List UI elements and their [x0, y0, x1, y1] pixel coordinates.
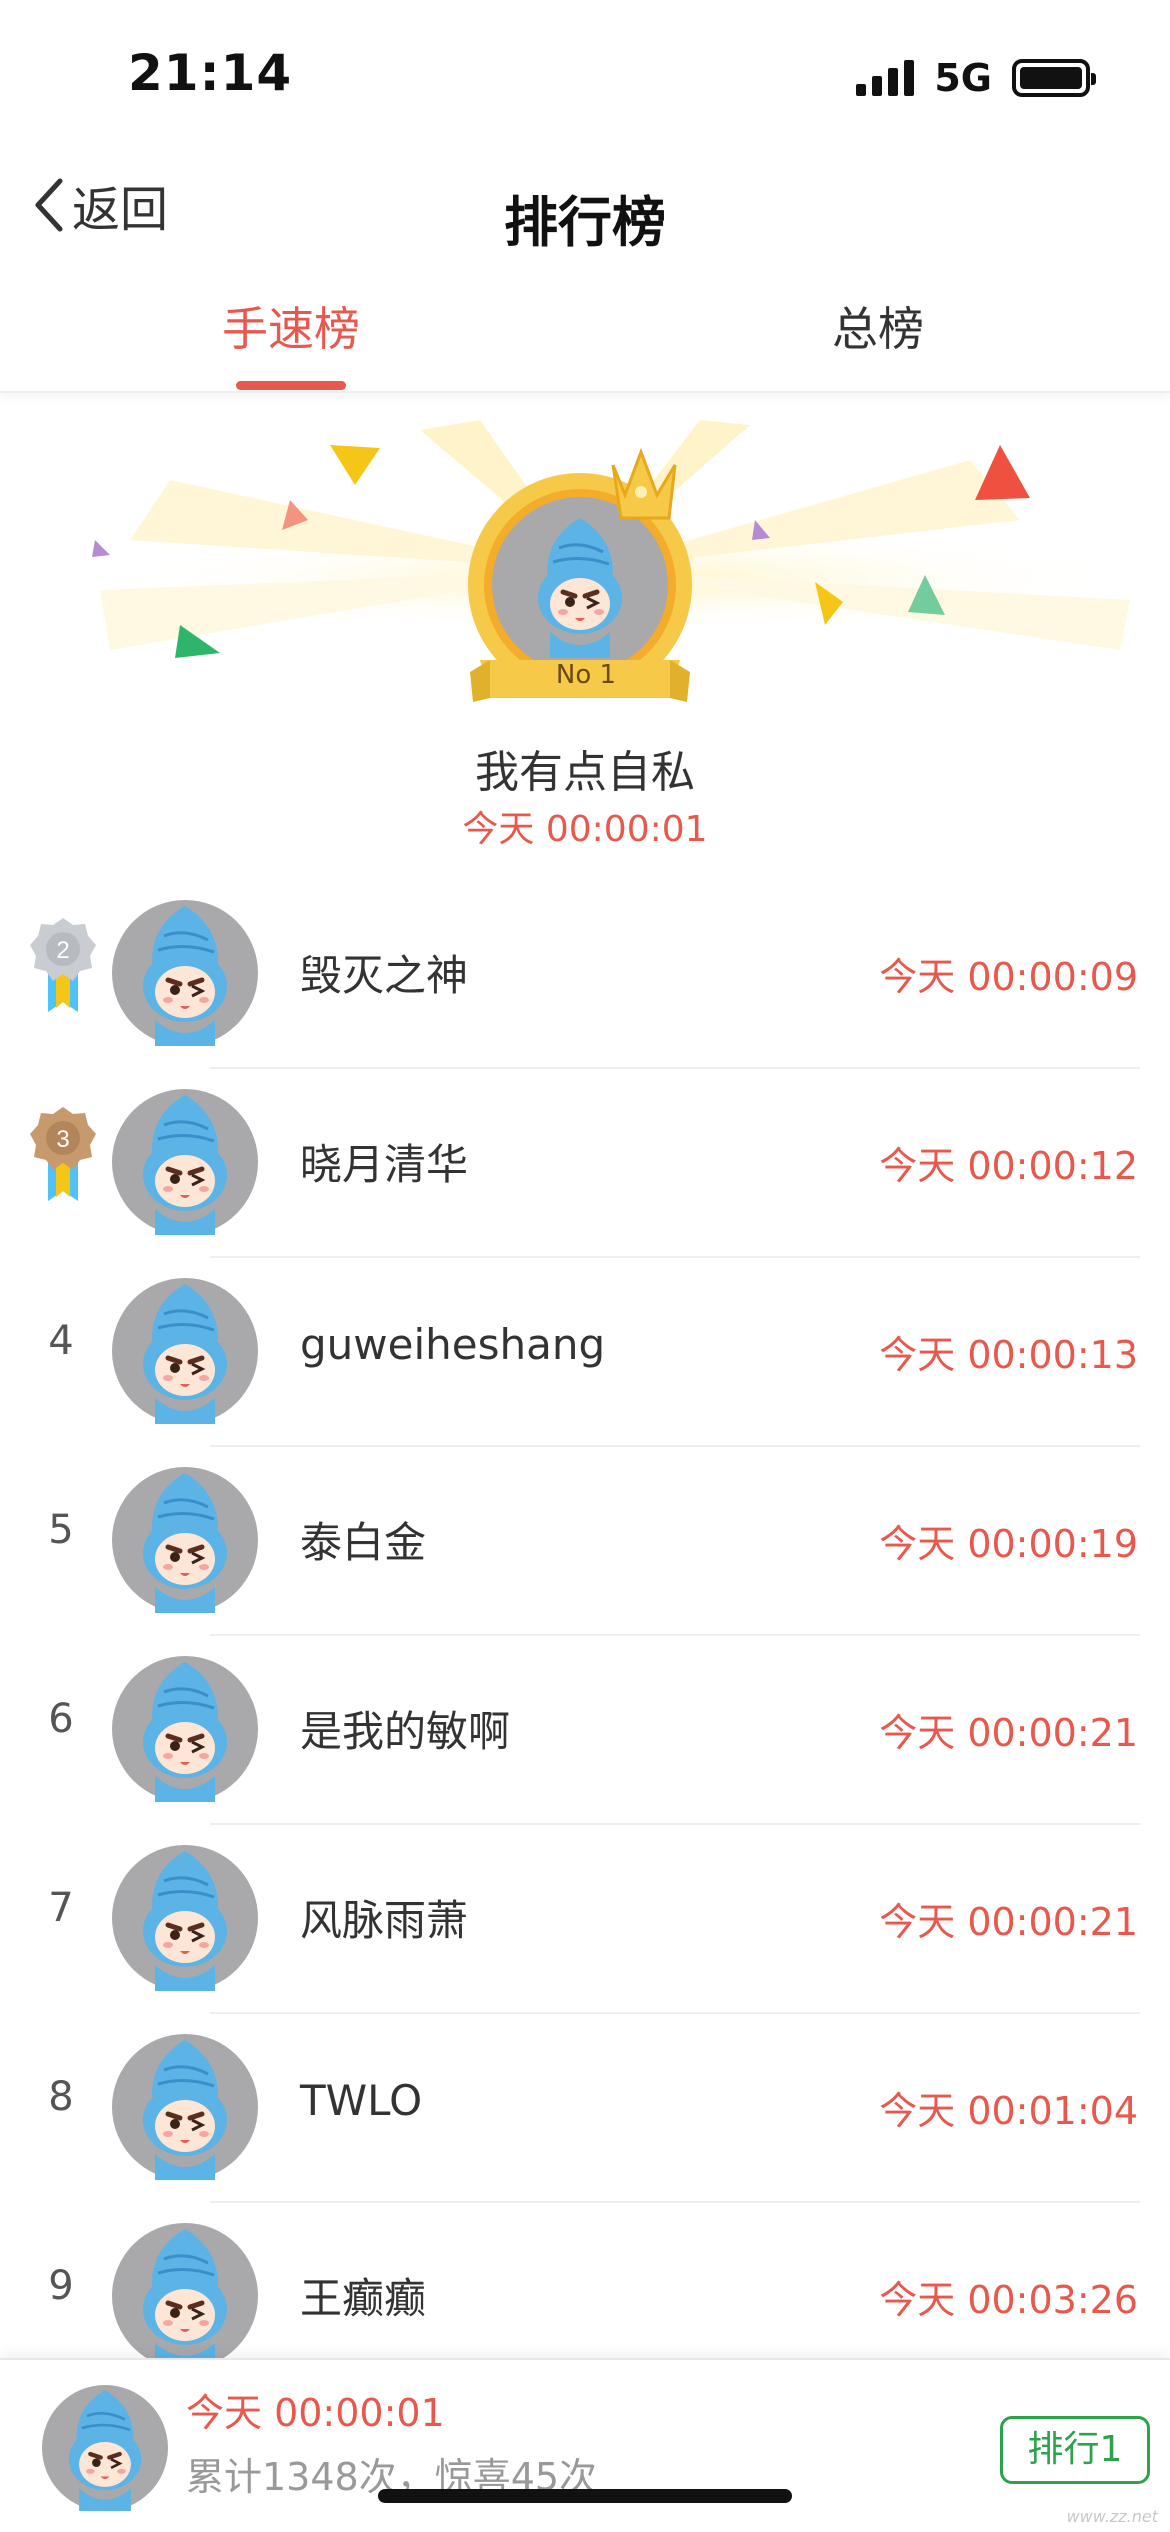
user-avatar[interactable]: [112, 1656, 258, 1802]
username: 王癫癫: [300, 2274, 427, 2323]
record-time: 今天 00:00:21: [879, 1900, 1138, 1944]
my-best-time: 今天 00:00:01: [186, 2391, 445, 2435]
username: 泰白金: [300, 1518, 427, 1567]
watermark: www.zz.net: [1066, 2507, 1158, 2526]
username: 毁灭之神: [300, 951, 469, 1000]
first-place-name: 我有点自私: [475, 747, 695, 798]
home-indicator: [378, 2489, 792, 2503]
user-avatar[interactable]: [112, 2034, 258, 2180]
record-time: 今天 00:00:09: [879, 955, 1138, 999]
rank-number: 7: [48, 1885, 74, 1931]
rank-number: 4: [48, 1318, 74, 1364]
username: 风脉雨萧: [300, 1896, 469, 1945]
record-time: 今天 00:03:26: [879, 2278, 1138, 2322]
nav-bar: 返回 排行榜: [0, 150, 1170, 265]
status-bar: 21:14 5G: [0, 0, 1170, 150]
record-time: 今天 00:00:13: [879, 1333, 1138, 1377]
record-time: 今天 00:00:21: [879, 1711, 1138, 1755]
battery-icon: [1012, 59, 1096, 97]
confetti: [330, 445, 380, 485]
network-type: 5G: [934, 56, 992, 100]
ranking-row[interactable]: 2 毁灭之神 今天 00:00:09: [0, 880, 1170, 1069]
first-place-badge: No 1: [555, 660, 617, 690]
record-time: 今天 00:00:12: [879, 1144, 1138, 1188]
tab-active-indicator: [236, 381, 346, 390]
username: 是我的敏啊: [300, 1707, 511, 1756]
user-avatar[interactable]: [112, 900, 258, 1046]
rank-number: 5: [48, 1507, 74, 1553]
status-indicators: 5G: [856, 56, 1096, 100]
record-time: 今天 00:01:04: [879, 2089, 1138, 2133]
ranking-row[interactable]: 8 TWLO 今天 00:01:04: [0, 2014, 1170, 2203]
rank-number: 8: [48, 2074, 74, 2120]
user-avatar[interactable]: [112, 1278, 258, 1424]
my-avatar[interactable]: [42, 2385, 168, 2511]
signal-icon: [856, 60, 915, 96]
first-place-banner: No 1 我有点自私 今天 00:00:01: [0, 420, 1170, 860]
user-avatar[interactable]: [112, 1845, 258, 1991]
rank-number: 9: [48, 2263, 74, 2309]
my-rank-button[interactable]: 排行1: [1000, 2416, 1150, 2484]
ranking-row[interactable]: 3 晓月清华 今天 00:00:12: [0, 1069, 1170, 1258]
username: 晓月清华: [300, 1140, 469, 1189]
user-avatar[interactable]: [112, 1467, 258, 1613]
tab-speed-ranking[interactable]: 手速榜: [222, 293, 360, 359]
ranking-row[interactable]: 6 是我的敏啊 今天 00:00:21: [0, 1636, 1170, 1825]
username: guweiheshang: [300, 1320, 606, 1369]
svg-text:2: 2: [56, 937, 69, 964]
svg-text:3: 3: [56, 1126, 69, 1153]
page-title: 排行榜: [504, 191, 666, 254]
ranking-row[interactable]: 4 guweiheshang 今天 00:00:13: [0, 1258, 1170, 1447]
tab-total-ranking[interactable]: 总榜: [832, 293, 924, 359]
rank-number: 6: [48, 1696, 74, 1742]
record-time: 今天 00:00:19: [879, 1522, 1138, 1566]
ranking-row[interactable]: 5 泰白金 今天 00:00:19: [0, 1447, 1170, 1636]
first-place-time: 今天 00:00:01: [462, 809, 708, 850]
status-time: 21:14: [128, 44, 293, 102]
tab-bar: 手速榜 总榜: [0, 265, 1170, 393]
silver-medal-icon: 2: [30, 918, 96, 1012]
bronze-medal-icon: 3: [30, 1107, 96, 1201]
user-avatar[interactable]: [112, 1089, 258, 1235]
ranking-row[interactable]: 7 风脉雨萧 今天 00:00:21: [0, 1825, 1170, 2014]
my-record-bar: 今天 00:00:01 累计1348次，惊喜45次 排行1 www.zz.net: [0, 2358, 1170, 2532]
user-avatar[interactable]: [112, 2223, 258, 2369]
crown-icon: [611, 447, 677, 520]
username: TWLO: [300, 2076, 423, 2125]
